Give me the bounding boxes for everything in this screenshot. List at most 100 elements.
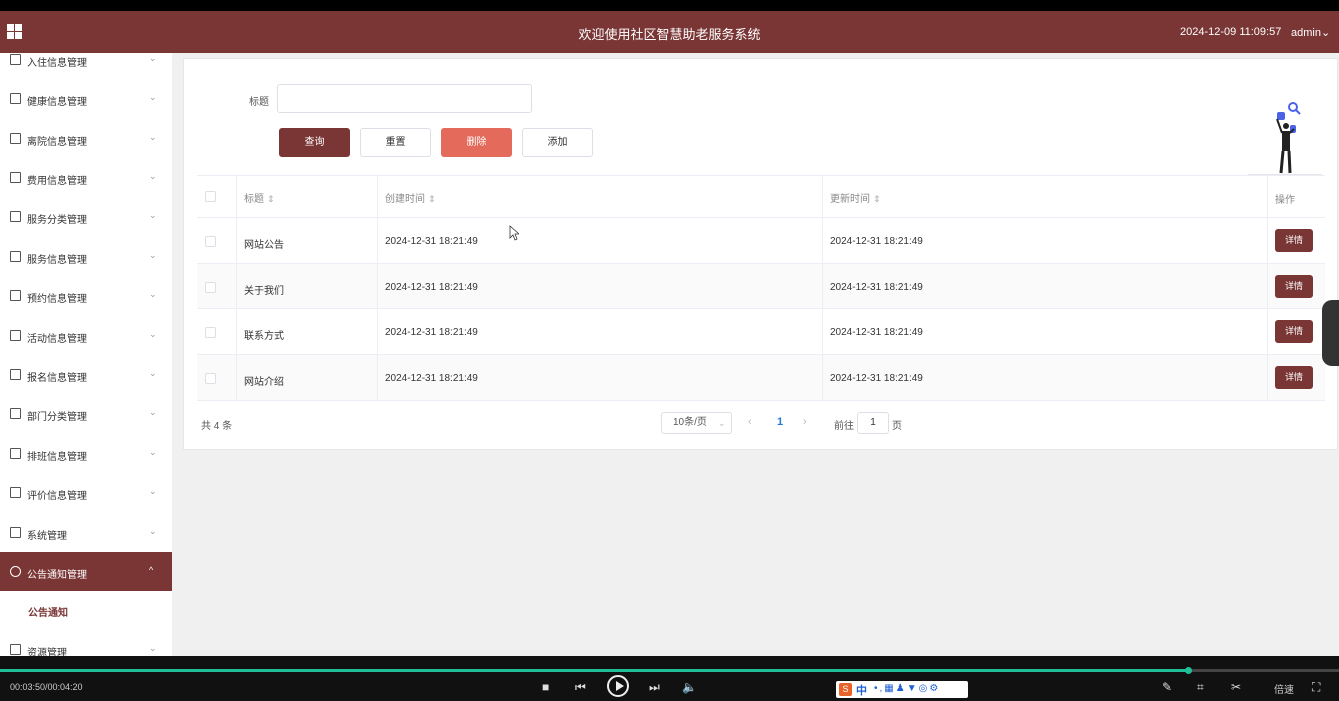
sidebar-item-label: 系统管理 <box>27 531 67 542</box>
delete-button[interactable]: 删除 <box>441 128 512 157</box>
ime-tools-icon[interactable]: •,▦♟▼◎⚙ <box>874 683 940 694</box>
scissors-icon[interactable]: ✂ <box>1231 680 1241 694</box>
previous-icon[interactable]: ⏮ <box>575 680 586 695</box>
reset-button[interactable]: 重置 <box>360 128 431 157</box>
prev-page-button[interactable]: ‹ <box>748 416 752 428</box>
notice-panel: 标题 查询 重置 删除 添加 标题 ⇕ 创建时间 ⇕ 更新时间 ⇕ 操作 网站公告 20 <box>183 58 1338 450</box>
page-number-current[interactable]: 1 <box>777 416 783 428</box>
sidebar-item-label: 资源管理 <box>27 648 67 656</box>
search-title-input[interactable] <box>277 84 532 113</box>
sidebar-item-label: 服务信息管理 <box>27 255 87 266</box>
sidebar-item-1[interactable]: 健康信息管理 ⌄ <box>0 79 172 118</box>
header-created[interactable]: 创建时间 ⇕ <box>378 176 823 217</box>
query-button[interactable]: 查询 <box>279 128 350 157</box>
sort-icon[interactable]: ⇕ <box>873 194 881 204</box>
top-black-strip <box>0 0 1339 11</box>
row-checkbox[interactable] <box>205 373 216 384</box>
speed-button[interactable]: 倍速 <box>1274 681 1294 696</box>
header-action-label: 操作 <box>1275 195 1295 206</box>
cell-created-text: 2024-12-31 18:21:49 <box>385 282 478 293</box>
page-suffix-label: 页 <box>892 421 902 432</box>
chevron-icon: ⌄ <box>149 250 157 260</box>
sidebar-item-11[interactable]: 评价信息管理 ⌄ <box>0 473 172 512</box>
header-title-label: 标题 <box>244 194 264 205</box>
volume-icon[interactable]: 🔈 <box>682 680 697 694</box>
cell-updated: 2024-12-31 18:21:49 <box>823 309 1268 354</box>
goto-page-input[interactable]: 1 <box>857 412 889 434</box>
cell-updated-text: 2024-12-31 18:21:49 <box>830 327 923 338</box>
detail-button[interactable]: 详情 <box>1275 275 1313 298</box>
sidebar: 公告通知 入住信息管理 ⌄ 健康信息管理 ⌄ 离院信息管理 ⌄ 费用信息管理 ⌄ 服务分类管理 ⌄… <box>0 53 172 656</box>
sidebar-subitem-label: 公告通知 <box>28 608 68 619</box>
sidebar-item-9[interactable]: 部门分类管理 ⌄ <box>0 394 172 433</box>
table-header-row: 标题 ⇕ 创建时间 ⇕ 更新时间 ⇕ 操作 <box>197 176 1325 218</box>
detail-button[interactable]: 详情 <box>1275 366 1313 389</box>
sidebar-item-13[interactable]: 公告通知管理 ^ <box>0 552 172 591</box>
header-updated[interactable]: 更新时间 ⇕ <box>823 176 1268 217</box>
next-icon[interactable]: ⏭ <box>649 680 660 695</box>
sort-icon[interactable]: ⇕ <box>267 194 275 204</box>
sidebar-subitem-notice[interactable]: 公告通知 <box>0 591 172 629</box>
detail-button[interactable]: 详情 <box>1275 229 1313 252</box>
sidebar-item-0[interactable]: 入住信息管理 ⌄ <box>0 53 172 79</box>
next-page-button[interactable]: › <box>803 416 807 428</box>
sort-icon[interactable]: ⇕ <box>428 194 436 204</box>
header-title[interactable]: 标题 ⇕ <box>237 176 378 217</box>
row-checkbox[interactable] <box>205 282 216 293</box>
progress-knob[interactable] <box>1185 667 1192 674</box>
page-size-select[interactable]: 10条/页 ⌄ <box>661 412 732 434</box>
sidebar-item-3[interactable]: 费用信息管理 ⌄ <box>0 158 172 197</box>
header-datetime: 2024-12-09 11:09:57 <box>1180 26 1282 38</box>
cell-action: 详情 <box>1268 355 1325 400</box>
chevron-icon: ⌄ <box>149 92 157 102</box>
pagination-total: 共 4 条 <box>201 421 233 432</box>
user-menu[interactable]: admin⌄ <box>1291 26 1330 39</box>
side-drawer-toggle[interactable] <box>1322 300 1339 366</box>
chevron-icon: ⌄ <box>149 132 157 142</box>
main-content: 标题 查询 重置 删除 添加 标题 ⇕ 创建时间 ⇕ 更新时间 ⇕ 操作 网站公告 20 <box>172 53 1339 656</box>
play-icon[interactable] <box>607 675 629 697</box>
cell-updated: 2024-12-31 18:21:49 <box>823 355 1268 400</box>
app-header: 欢迎使用社区智慧助老服务系统 2024-12-09 11:09:57 admin… <box>0 11 1339 53</box>
cell-title-text: 网站介绍 <box>244 377 284 388</box>
sidebar-item-4[interactable]: 服务分类管理 ⌄ <box>0 197 172 236</box>
crop-icon[interactable]: ⌗ <box>1197 680 1204 695</box>
eraser-icon[interactable]: ✎ <box>1162 680 1172 694</box>
table-row: 联系方式 2024-12-31 18:21:49 2024-12-31 18:21:… <box>197 309 1325 355</box>
sidebar-item-8[interactable]: 报名信息管理 ⌄ <box>0 355 172 394</box>
row-checkbox[interactable] <box>205 236 216 247</box>
select-all-checkbox[interactable] <box>205 191 216 202</box>
chevron-icon: ⌄ <box>149 53 157 63</box>
cell-title: 网站公告 <box>237 218 378 263</box>
row-checkbox[interactable] <box>205 327 216 338</box>
row-checkbox-cell <box>197 309 237 354</box>
sidebar-item-7[interactable]: 活动信息管理 ⌄ <box>0 316 172 355</box>
cell-created-text: 2024-12-31 18:21:49 <box>385 373 478 384</box>
table-row: 网站介绍 2024-12-31 18:21:49 2024-12-31 18:21:… <box>197 355 1325 401</box>
ime-toolbar[interactable]: S 中 •,▦♟▼◎⚙ <box>836 681 968 698</box>
ime-mode-zh[interactable]: 中 <box>856 682 867 698</box>
sidebar-item-6[interactable]: 预约信息管理 ⌄ <box>0 276 172 315</box>
sidebar-item-5[interactable]: 服务信息管理 ⌄ <box>0 237 172 276</box>
document-icon <box>10 93 21 104</box>
detail-button[interactable]: 详情 <box>1275 320 1313 343</box>
stop-icon[interactable]: ■ <box>542 680 549 694</box>
add-button[interactable]: 添加 <box>522 128 593 157</box>
document-icon <box>10 211 21 222</box>
chevron-down-icon: ⌄ <box>718 418 726 428</box>
video-player-bar: 00:03:50/00:04:20 ■ ⏮ ⏭ 🔈 S 中 •,▦♟▼◎⚙ ✎ … <box>0 656 1339 701</box>
sidebar-item-label: 评价信息管理 <box>27 491 87 502</box>
sidebar-item-10[interactable]: 排班信息管理 ⌄ <box>0 434 172 473</box>
chevron-icon: ⌄ <box>149 171 157 181</box>
document-icon <box>10 487 21 498</box>
sidebar-item-label: 报名信息管理 <box>27 373 87 384</box>
cell-title: 网站介绍 <box>237 355 378 400</box>
document-icon <box>10 54 21 65</box>
sidebar-item-label: 活动信息管理 <box>27 334 87 345</box>
user-name: admin <box>1291 27 1321 39</box>
sidebar-item-14[interactable]: 资源管理 ⌄ <box>0 630 172 656</box>
sidebar-item-2[interactable]: 离院信息管理 ⌄ <box>0 119 172 158</box>
sidebar-item-12[interactable]: 系统管理 ⌄ <box>0 513 172 552</box>
fullscreen-icon[interactable]: ⛶ <box>1312 680 1320 695</box>
row-checkbox-cell <box>197 355 237 400</box>
